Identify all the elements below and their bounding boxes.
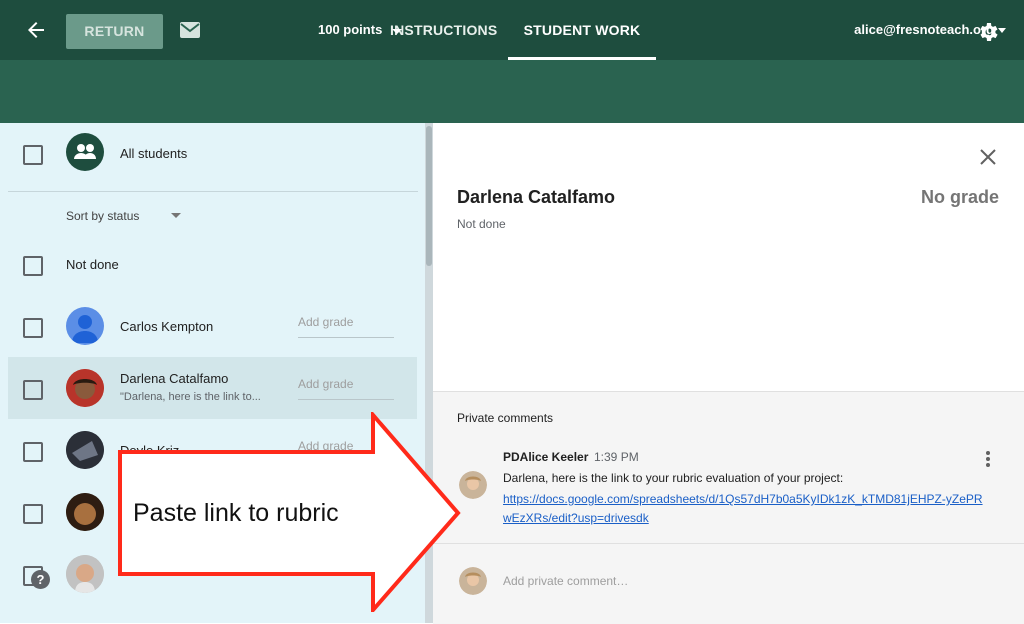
grade-status[interactable]: No grade <box>921 187 999 208</box>
roster-scrollbar-thumb[interactable] <box>426 126 432 266</box>
comment-preview: "Darlena, here is the link to... <box>120 391 261 403</box>
group-label-not-done: Not done <box>66 257 119 272</box>
avatar <box>66 307 104 345</box>
student-checkbox[interactable] <box>23 318 43 338</box>
private-comments-heading: Private comments <box>457 411 554 425</box>
chevron-down-icon[interactable] <box>171 213 181 218</box>
student-photo-icon <box>66 555 104 593</box>
avatar <box>459 567 487 595</box>
student-checkbox[interactable] <box>23 380 43 400</box>
student-name[interactable]: Darlena Catalfamo <box>120 371 228 386</box>
callout-label: Paste link to rubric <box>133 499 339 527</box>
commenter-photo-icon <box>459 567 487 595</box>
group-icon <box>74 144 96 159</box>
return-button[interactable]: RETURN <box>66 14 163 49</box>
back-arrow-icon[interactable] <box>24 18 48 42</box>
email-icon[interactable] <box>180 22 200 38</box>
tab-instructions[interactable]: INSTRUCTIONS <box>390 0 497 60</box>
close-icon[interactable] <box>980 149 996 165</box>
gear-icon[interactable] <box>976 20 1000 44</box>
add-grade-input[interactable]: Add grade <box>298 315 394 338</box>
assignment-toolbar <box>0 60 1024 123</box>
avatar <box>66 431 104 469</box>
points-dropdown[interactable]: 100 points <box>318 22 382 37</box>
avatar <box>66 369 104 407</box>
rubric-link[interactable]: https://docs.google.com/spreadsheets/d/1… <box>503 490 983 528</box>
person-icon <box>72 315 98 343</box>
add-grade-input[interactable]: Add grade <box>298 377 394 400</box>
tab-student-work[interactable]: STUDENT WORK <box>508 0 656 60</box>
selected-student-name: Darlena Catalfamo <box>457 187 616 207</box>
student-checkbox[interactable] <box>23 442 43 462</box>
sort-by-status-dropdown[interactable]: Sort by status <box>66 209 139 223</box>
student-photo-icon <box>66 431 104 469</box>
comment-timestamp: 1:39 PM <box>594 450 639 464</box>
comment-author: PDAlice Keeler <box>503 450 589 464</box>
more-vert-icon[interactable] <box>984 450 992 468</box>
student-photo-icon <box>66 493 104 531</box>
select-all-checkbox[interactable] <box>23 145 43 165</box>
account-menu[interactable]: alice@fresnoteach.org <box>854 0 994 60</box>
student-checkbox[interactable] <box>23 504 43 524</box>
group-checkbox[interactable] <box>23 256 43 276</box>
avatar <box>66 493 104 531</box>
avatar <box>66 555 104 593</box>
add-grade-input[interactable]: Add grade <box>298 439 394 462</box>
private-comment-input[interactable]: Add private comment… <box>503 574 963 588</box>
student-name[interactable]: Doyle Kriz <box>120 443 179 458</box>
submission-status: Not done <box>457 217 506 231</box>
avatar <box>459 471 487 499</box>
student-name[interactable]: Carlos Kempton <box>120 319 213 334</box>
comment-body: Darlena, here is the link to your rubric… <box>503 471 844 485</box>
all-students-label[interactable]: All students <box>120 146 187 161</box>
student-photo-icon <box>66 369 104 407</box>
commenter-photo-icon <box>459 471 487 499</box>
chevron-down-icon[interactable] <box>392 29 402 34</box>
help-icon[interactable]: ? <box>31 570 50 589</box>
all-students-avatar <box>66 133 104 171</box>
roster-divider <box>8 191 418 192</box>
